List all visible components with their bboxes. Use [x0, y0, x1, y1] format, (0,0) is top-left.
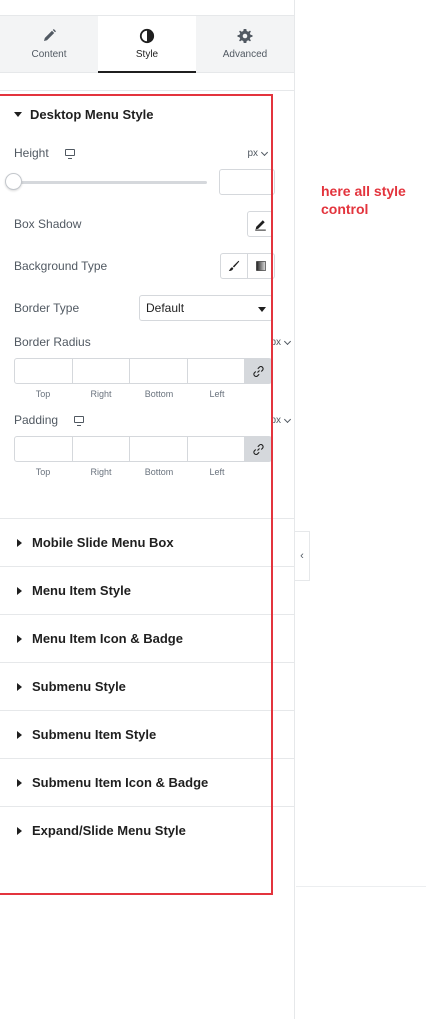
border-radius-unit-label: px: [270, 337, 281, 348]
caret-right-icon: [17, 826, 22, 835]
brush-icon: [228, 260, 240, 271]
caret-right-icon: [17, 730, 22, 739]
side-label-right: Right: [90, 467, 112, 477]
preview-area: [295, 0, 426, 1019]
caret-right-icon: [17, 586, 22, 595]
divider: [296, 886, 426, 887]
background-type-label: Background Type: [14, 259, 108, 273]
section-title: Desktop Menu Style: [30, 106, 154, 122]
side-label-right: Right: [90, 389, 112, 399]
panel-collapse-button[interactable]: ‹: [295, 531, 310, 581]
contrast-icon: [139, 28, 155, 44]
section-submenu-style[interactable]: Submenu Style: [0, 662, 295, 710]
height-control-row: Height px: [0, 145, 271, 161]
border-radius-label: Border Radius: [14, 335, 91, 349]
caret-right-icon: [17, 682, 22, 691]
gear-icon: [237, 29, 253, 43]
section-title: Menu Item Icon & Badge: [32, 631, 183, 646]
tab-content[interactable]: Content: [0, 16, 98, 72]
section-title: Expand/Slide Menu Style: [32, 823, 186, 838]
side-label-top: Top: [35, 467, 51, 477]
link-icon: [252, 365, 264, 377]
pencil-icon: [254, 219, 266, 231]
border-radius-link-button[interactable]: [245, 359, 271, 383]
section-title: Mobile Slide Menu Box: [32, 535, 174, 550]
padding-bottom-input[interactable]: [130, 437, 188, 461]
select-caret-icon: [258, 307, 266, 312]
height-slider-handle[interactable]: [5, 173, 22, 190]
chevron-down-icon: [260, 148, 269, 156]
tab-style[interactable]: Style: [98, 16, 196, 73]
section-title: Submenu Item Style: [32, 727, 157, 742]
tab-advanced[interactable]: Advanced: [196, 16, 294, 72]
height-number-input[interactable]: [219, 169, 275, 195]
desktop-monitor-icon[interactable]: [65, 149, 75, 159]
padding-unit-label: px: [270, 415, 281, 426]
section-title: Submenu Item Icon & Badge: [32, 775, 209, 790]
padding-left-input[interactable]: [188, 437, 246, 461]
section-title: Menu Item Style: [32, 583, 131, 598]
border-type-value: Default: [146, 301, 185, 315]
border-type-label: Border Type: [14, 301, 80, 315]
height-label: Height: [14, 146, 49, 160]
caret-down-icon: [14, 111, 22, 117]
padding-top-input[interactable]: [15, 437, 73, 461]
border-type-select[interactable]: Default: [139, 295, 273, 321]
border-radius-side-labels: Top Right Bottom Left: [14, 389, 246, 399]
border-radius-left-input[interactable]: [188, 359, 246, 383]
desktop-monitor-icon[interactable]: [74, 416, 84, 426]
border-radius-right-input[interactable]: [73, 359, 131, 383]
chevron-left-icon: ‹: [300, 550, 304, 562]
side-label-left: Left: [209, 389, 225, 399]
annotation-note: here all style control: [321, 183, 406, 217]
padding-side-labels: Top Right Bottom Left: [14, 467, 246, 477]
panel-top-bar: [0, 0, 294, 16]
side-label-top: Top: [35, 389, 51, 399]
section-menu-item-style[interactable]: Menu Item Style: [0, 566, 295, 614]
side-label-left: Left: [209, 467, 225, 477]
side-label-bottom: Bottom: [144, 389, 174, 399]
link-icon: [252, 443, 264, 455]
caret-right-icon: [17, 538, 22, 547]
border-radius-inputs: [14, 358, 272, 384]
padding-inputs: [14, 436, 272, 462]
box-shadow-edit-button[interactable]: [247, 211, 273, 237]
border-radius-top-input[interactable]: [15, 359, 73, 383]
background-classic-button[interactable]: [221, 254, 248, 278]
style-panel: Content Style Advanced Desktop Menu Styl…: [0, 0, 295, 1019]
background-gradient-button[interactable]: [248, 254, 274, 278]
section-menu-item-icon-badge[interactable]: Menu Item Icon & Badge: [0, 614, 295, 662]
caret-right-icon: [17, 778, 22, 787]
padding-unit-select[interactable]: px: [270, 415, 292, 426]
section-submenu-item-style[interactable]: Submenu Item Style: [0, 710, 295, 758]
height-slider-track[interactable]: [14, 181, 207, 184]
section-desktop-menu-style-header[interactable]: Desktop Menu Style: [0, 92, 271, 136]
section-submenu-item-icon-badge[interactable]: Submenu Item Icon & Badge: [0, 758, 295, 806]
tab-style-label: Style: [135, 49, 159, 60]
height-unit-label: px: [247, 148, 258, 159]
padding-label: Padding: [14, 413, 59, 427]
tab-advanced-label: Advanced: [222, 49, 268, 60]
side-label-bottom: Bottom: [144, 467, 174, 477]
tabs-spacer: [0, 73, 294, 91]
panel-tabs: Content Style Advanced: [0, 16, 294, 73]
section-mobile-slide-menu-box[interactable]: Mobile Slide Menu Box: [0, 518, 295, 566]
caret-right-icon: [17, 634, 22, 643]
section-expand-slide-menu-style[interactable]: Expand/Slide Menu Style: [0, 806, 295, 854]
padding-right-input[interactable]: [73, 437, 131, 461]
box-shadow-label: Box Shadow: [14, 217, 82, 231]
chevron-down-icon: [283, 337, 292, 345]
border-radius-unit-select[interactable]: px: [270, 337, 292, 348]
tab-content-label: Content: [31, 49, 67, 60]
border-radius-bottom-input[interactable]: [130, 359, 188, 383]
section-title: Submenu Style: [32, 679, 126, 694]
background-type-toggle: [220, 253, 275, 279]
pencil-icon: [44, 29, 56, 41]
gradient-icon: [256, 261, 266, 271]
chevron-down-icon: [283, 415, 292, 423]
padding-link-button[interactable]: [245, 437, 271, 461]
height-unit-select[interactable]: px: [247, 148, 269, 159]
